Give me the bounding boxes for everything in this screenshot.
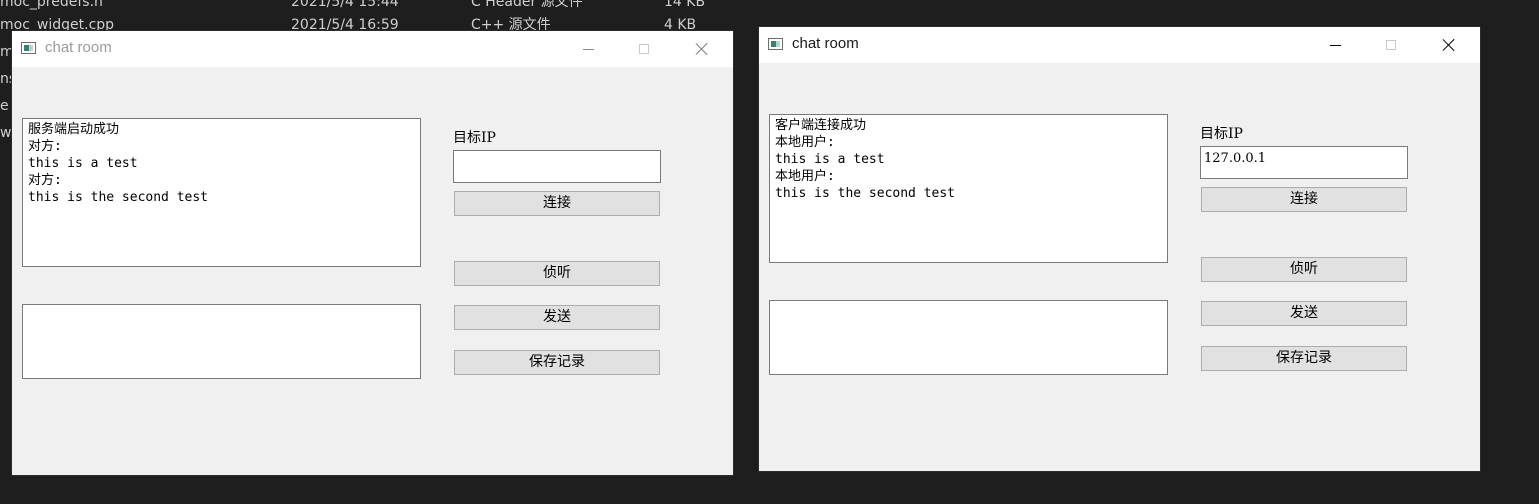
target-ip-label: 目标IP (453, 130, 496, 146)
maximize-button[interactable] (1368, 27, 1414, 63)
save-record-button[interactable]: 保存记录 (1201, 346, 1407, 371)
close-icon (1442, 38, 1456, 52)
window-title: chat room (792, 35, 859, 52)
server-chat-window: chat room 服务端启动成功 对方: this is a test 对方:… (11, 30, 734, 476)
close-button[interactable] (679, 31, 725, 67)
file-date: 2021/5/4 15:44 (291, 0, 399, 10)
file-row[interactable]: moc_predefs.h 2021/5/4 15:44 C Header 源文… (0, 0, 760, 14)
app-window-icon (21, 42, 36, 54)
connect-button[interactable]: 连接 (1201, 187, 1407, 212)
title-bar[interactable]: chat room (12, 31, 733, 67)
file-name-fragment: ns (0, 71, 11, 87)
file-type: C Header 源文件 (471, 0, 583, 10)
file-name-fragment: e (0, 98, 9, 114)
file-name: moc_predefs.h (0, 0, 103, 10)
close-icon (695, 42, 709, 56)
target-ip-input[interactable] (453, 150, 661, 183)
maximize-button[interactable] (621, 31, 667, 67)
close-button[interactable] (1426, 27, 1472, 63)
target-ip-input[interactable]: 127.0.0.1 (1200, 146, 1408, 179)
listen-button[interactable]: 侦听 (1201, 257, 1407, 282)
client-chat-window: chat room 客户端连接成功 本地用户: this is a test 本… (758, 26, 1481, 472)
send-button[interactable]: 发送 (454, 305, 660, 330)
maximize-icon (639, 44, 649, 54)
minimize-button[interactable] (1312, 27, 1358, 63)
listen-button[interactable]: 侦听 (454, 261, 660, 286)
window-title: chat room (45, 39, 112, 56)
message-input[interactable] (769, 300, 1168, 375)
file-size: 14 KB (664, 0, 706, 10)
message-input[interactable] (22, 304, 421, 379)
target-ip-label: 目标IP (1200, 126, 1243, 142)
chat-history[interactable]: 服务端启动成功 对方: this is a test 对方: this is t… (22, 118, 421, 267)
minimize-button[interactable] (565, 31, 611, 67)
file-name-fragment: mo (0, 44, 11, 60)
app-window-icon (768, 38, 783, 50)
minimize-icon (582, 48, 594, 50)
minimize-icon (1329, 44, 1341, 46)
file-name-fragment: wi (0, 125, 11, 141)
maximize-icon (1386, 40, 1396, 50)
save-record-button[interactable]: 保存记录 (454, 350, 660, 375)
connect-button[interactable]: 连接 (454, 191, 660, 216)
send-button[interactable]: 发送 (1201, 301, 1407, 326)
title-bar[interactable]: chat room (759, 27, 1480, 63)
chat-history[interactable]: 客户端连接成功 本地用户: this is a test 本地用户: this … (769, 114, 1168, 263)
